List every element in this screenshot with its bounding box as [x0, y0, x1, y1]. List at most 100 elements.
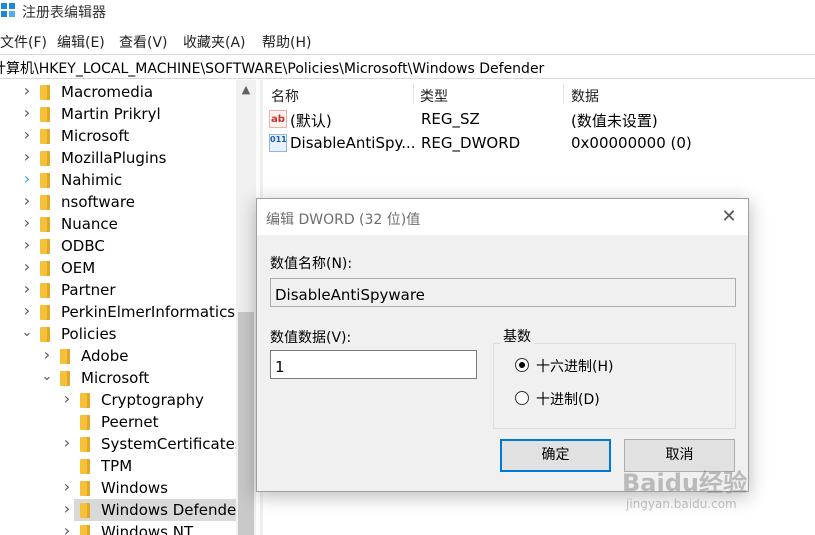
- tree-item-macromedia[interactable]: Macromedia: [0, 81, 236, 103]
- registry-editor-icon: [1, 3, 15, 17]
- folder-icon: [80, 481, 90, 496]
- folder-icon: [40, 261, 50, 276]
- tree-item-label: TPM: [101, 457, 133, 475]
- column-separator[interactable]: [413, 84, 414, 104]
- folder-icon: [40, 283, 50, 298]
- menu-bar: 文件(F) 编辑(E) 查看(V) 收藏夹(A) 帮助(H): [0, 28, 815, 52]
- value-name-field[interactable]: [270, 278, 736, 307]
- expand-chevron-right-icon[interactable]: [61, 481, 73, 493]
- tree-item-tpm[interactable]: TPM: [0, 455, 236, 477]
- tree-item-oem[interactable]: OEM: [0, 257, 236, 279]
- folder-icon: [80, 459, 90, 474]
- tree-scrollbar[interactable]: ▲: [236, 80, 256, 535]
- folder-icon: [40, 173, 50, 188]
- scroll-thumb[interactable]: [238, 312, 254, 535]
- tree-item-microsoft[interactable]: Microsoft: [0, 367, 236, 389]
- folder-icon: [40, 305, 50, 320]
- value-row-disableantispyware[interactable]: 011 DisableAntiSpy... REG_DWORD 0x000000…: [263, 132, 815, 154]
- hex-radio-label[interactable]: 十六进制(H): [536, 356, 613, 376]
- address-path[interactable]: 计算机\HKEY_LOCAL_MACHINE\SOFTWARE\Policies…: [0, 58, 544, 78]
- folder-icon: [80, 437, 90, 452]
- tree-item-label: OEM: [61, 259, 96, 277]
- value-data-label: 数值数据(V):: [270, 330, 352, 346]
- folder-icon: [80, 525, 90, 535]
- expand-chevron-right-icon[interactable]: [21, 261, 33, 273]
- expand-chevron-right-icon[interactable]: [41, 349, 53, 361]
- expand-chevron-right-icon[interactable]: [21, 195, 33, 207]
- decimal-radio-label[interactable]: 十进制(D): [536, 389, 600, 409]
- menu-help[interactable]: 帮助(H): [262, 32, 311, 52]
- ok-button[interactable]: 确定: [500, 439, 611, 472]
- expand-chevron-right-icon[interactable]: [21, 305, 33, 317]
- expand-chevron-right-icon[interactable]: [21, 85, 33, 97]
- expand-chevron-right-icon[interactable]: [21, 107, 33, 119]
- tree-item-policies[interactable]: Policies: [0, 323, 236, 345]
- tree-item-label: Peernet: [101, 413, 159, 431]
- tree-item-nuance[interactable]: Nuance: [0, 213, 236, 235]
- close-icon[interactable]: ✕: [717, 205, 741, 229]
- tree-item-label: ODBC: [61, 237, 105, 255]
- tree-item-nahimic[interactable]: Nahimic: [0, 169, 236, 191]
- edit-dword-dialog: 编辑 DWORD (32 位)值 ✕ 数值名称(N): 数值数据(V): 基数 …: [256, 198, 749, 492]
- folder-icon: [80, 503, 90, 518]
- tree-item-peernet[interactable]: Peernet: [0, 411, 236, 433]
- tree-item-label: Microsoft: [81, 369, 150, 387]
- expand-chevron-down-icon[interactable]: [21, 327, 33, 339]
- expand-chevron-down-icon[interactable]: [41, 371, 53, 383]
- tree-item-partner[interactable]: Partner: [0, 279, 236, 301]
- column-header-name[interactable]: 名称: [271, 86, 299, 106]
- baidu-watermark: Baidu经验 jingyan.baidu.com: [622, 463, 812, 523]
- tree-item-label: Windows Defende: [101, 501, 237, 519]
- menu-view[interactable]: 查看(V): [119, 32, 168, 52]
- tree-item-label: Martin Prikryl: [61, 105, 161, 123]
- scroll-up-arrow-icon[interactable]: ▲: [236, 80, 256, 100]
- hex-radio[interactable]: [515, 358, 529, 372]
- value-data-field[interactable]: [270, 350, 477, 379]
- tree-item-windows-nt[interactable]: Windows NT: [0, 521, 236, 535]
- tree-item-mozillaplugins[interactable]: MozillaPlugins: [0, 147, 236, 169]
- tree-item-perkinelmerinformatics[interactable]: PerkinElmerInformatics: [0, 301, 236, 323]
- menu-file[interactable]: 文件(F): [0, 32, 47, 52]
- expand-chevron-right-icon[interactable]: [21, 151, 33, 163]
- tree-item-label: nsoftware: [61, 193, 135, 211]
- tree-item-cryptography[interactable]: Cryptography: [0, 389, 236, 411]
- column-separator[interactable]: [563, 84, 564, 104]
- tree-item-adobe[interactable]: Adobe: [0, 345, 236, 367]
- tree-item-odbc[interactable]: ODBC: [0, 235, 236, 257]
- expand-chevron-right-icon[interactable]: [21, 129, 33, 141]
- expand-chevron-right-icon[interactable]: [21, 239, 33, 251]
- dialog-title-bar[interactable]: 编辑 DWORD (32 位)值 ✕: [257, 199, 748, 235]
- tree-item-label: Partner: [61, 281, 116, 299]
- menu-edit[interactable]: 编辑(E): [57, 32, 105, 52]
- tree-item-label: Adobe: [81, 347, 129, 365]
- menu-favorites[interactable]: 收藏夹(A): [183, 32, 246, 52]
- tree-item-windows[interactable]: Windows: [0, 477, 236, 499]
- key-tree-pane[interactable]: Macromedia Martin Prikryl Microsoft Mozilla…: [0, 80, 256, 535]
- decimal-radio[interactable]: [515, 391, 529, 405]
- window-title: 注册表编辑器: [22, 5, 106, 21]
- expand-chevron-right-icon[interactable]: [21, 283, 33, 295]
- tree-item-martin-prikryl[interactable]: Martin Prikryl: [0, 103, 236, 125]
- base-group-title: 基数: [500, 326, 534, 346]
- column-header-type[interactable]: 类型: [420, 86, 448, 106]
- value-row-default[interactable]: ab (默认) REG_SZ (数值未设置): [263, 108, 815, 130]
- title-bar: 注册表编辑器: [0, 0, 815, 26]
- tree-item-label: Windows NT: [101, 523, 194, 535]
- expand-chevron-right-icon[interactable]: [21, 173, 33, 185]
- column-header-data[interactable]: 数据: [571, 86, 599, 106]
- tree-item-systemcertificates[interactable]: SystemCertificates: [0, 433, 243, 455]
- base-groupbox: [493, 343, 736, 429]
- expand-chevron-right-icon[interactable]: [21, 217, 33, 229]
- tree-item-label: Cryptography: [101, 391, 204, 409]
- dword-value-icon: 011: [269, 134, 287, 152]
- value-type: REG_DWORD: [421, 134, 521, 152]
- tree-item-microsoft[interactable]: Microsoft: [0, 125, 236, 147]
- expand-chevron-right-icon[interactable]: [61, 503, 73, 515]
- tree-item-nsoftware[interactable]: nsoftware: [0, 191, 236, 213]
- expand-chevron-right-icon[interactable]: [61, 393, 73, 405]
- expand-chevron-right-icon[interactable]: [61, 437, 73, 449]
- expand-chevron-right-icon[interactable]: [61, 525, 73, 535]
- address-bar[interactable]: 计算机\HKEY_LOCAL_MACHINE\SOFTWARE\Policies…: [0, 54, 815, 79]
- watermark-url: jingyan.baidu.com: [626, 497, 737, 511]
- tree-item-windows-defende[interactable]: Windows Defende: [74, 499, 236, 521]
